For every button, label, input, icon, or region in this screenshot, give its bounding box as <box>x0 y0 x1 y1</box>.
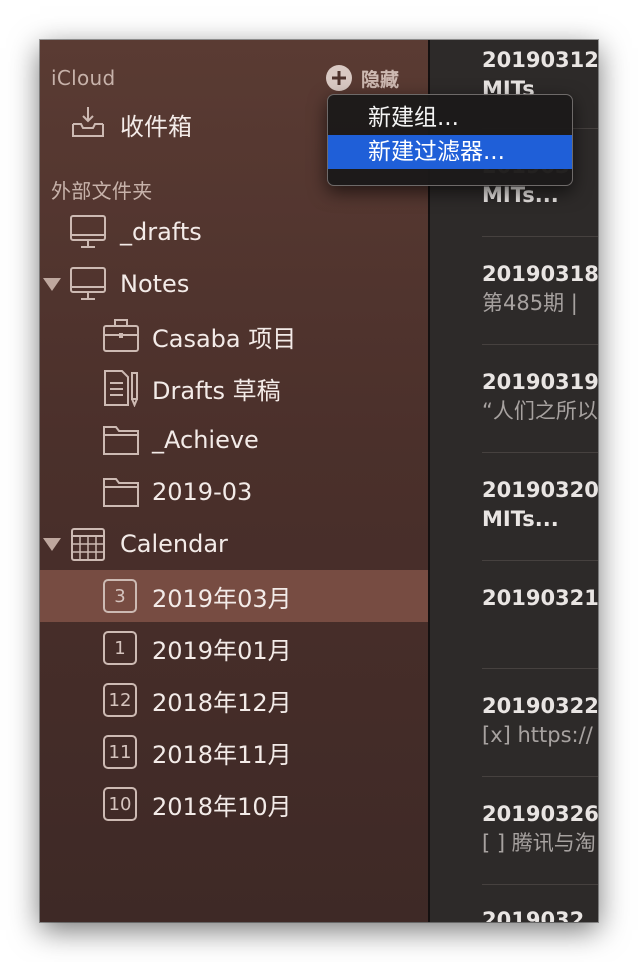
external-folders-section-label: 外部文件夹 <box>51 179 153 203</box>
calendar-day-icon: 1 <box>103 631 137 665</box>
sidebar-item-label: Drafts 草稿 <box>152 376 281 405</box>
divider <box>482 884 598 885</box>
note-title: 20190320 <box>482 478 598 502</box>
sidebar-item-label: 2019年03月 <box>152 584 292 613</box>
sidebar-item-2019-03[interactable]: 2019-03 <box>40 466 428 518</box>
sidebar-item-2019-january[interactable]: 1 2019年01月 <box>40 622 428 674</box>
folder-icon <box>103 478 139 507</box>
disclosure-triangle-icon[interactable] <box>43 538 61 551</box>
monitor-icon <box>70 267 106 300</box>
sidebar-item-2018-december[interactable]: 12 2018年12月 <box>40 674 428 726</box>
inbox-tray-icon <box>72 107 104 137</box>
list-item[interactable]: 20190319 “人们之所以 <box>482 368 598 426</box>
sidebar-item-drafts-folder[interactable]: _drafts <box>40 206 428 258</box>
list-item[interactable]: 20190321 <box>482 584 598 612</box>
context-menu: 新建组... 新建过滤器... <box>327 94 573 186</box>
menu-item-new-group[interactable]: 新建组... <box>328 101 572 135</box>
list-item[interactable]: 2019032 <box>482 906 598 922</box>
list-item[interactable]: 20190318 第485期 | <box>482 260 598 318</box>
divider <box>482 344 598 345</box>
note-title: 20190318 <box>482 262 598 286</box>
plus-circle-icon[interactable] <box>325 64 353 92</box>
calendar-day-icon: 10 <box>103 787 137 821</box>
note-subtitle: “人们之所以 <box>482 399 598 423</box>
hide-button[interactable]: 隐藏 <box>361 65 399 92</box>
sidebar-item-2019-march[interactable]: 3 2019年03月 <box>40 570 428 622</box>
disclosure-triangle-icon[interactable] <box>43 278 61 291</box>
sidebar-header-actions: 隐藏 <box>325 63 399 93</box>
sidebar-item-label: 收件箱 <box>120 112 192 141</box>
menu-item-new-filter[interactable]: 新建过滤器... <box>328 135 572 169</box>
calendar-day-icon: 3 <box>103 579 137 613</box>
app-window: iCloud 隐藏 收件箱 外部文件夹 _drafts Notes Casaba… <box>40 40 598 922</box>
sidebar-item-label: 2018年12月 <box>152 688 292 717</box>
note-subtitle: MITs... <box>482 507 559 531</box>
note-title: 20190312 <box>482 48 598 72</box>
divider <box>482 452 598 453</box>
sidebar-item-achieve[interactable]: _Achieve <box>40 414 428 466</box>
sidebar-item-label: 2019年01月 <box>152 636 292 665</box>
divider <box>482 776 598 777</box>
note-title: 20190319 <box>482 370 598 394</box>
calendar-grid-icon <box>71 528 105 561</box>
divider <box>482 236 598 237</box>
list-item[interactable]: 20190322 [x] https:// <box>482 692 598 750</box>
sidebar-item-2018-october[interactable]: 10 2018年10月 <box>40 778 428 830</box>
note-subtitle: 第485期 | <box>482 291 578 315</box>
divider <box>482 560 598 561</box>
note-title: 20190322 <box>482 694 598 718</box>
sidebar-item-calendar[interactable]: Calendar <box>40 518 428 570</box>
note-title: 20190321 <box>482 586 598 610</box>
sidebar-item-label: Casaba 项目 <box>152 324 297 353</box>
sidebar-item-casaba[interactable]: Casaba 项目 <box>40 310 428 362</box>
sidebar-item-drafts[interactable]: Drafts 草稿 <box>40 362 428 414</box>
note-subtitle: [x] https:// <box>482 723 593 747</box>
note-subtitle: [ ] 腾讯与淘 <box>482 831 596 855</box>
icloud-section-label: iCloud <box>51 66 116 90</box>
sidebar-item-label: Notes <box>120 270 190 298</box>
calendar-day-icon: 12 <box>103 683 137 717</box>
note-title: 20190326 <box>482 802 598 826</box>
sidebar-item-label: _Achieve <box>152 426 259 454</box>
sidebar-item-label: 2018年10月 <box>152 792 292 821</box>
sidebar-item-2018-november[interactable]: 11 2018年11月 <box>40 726 428 778</box>
folder-icon <box>103 426 139 455</box>
document-pencil-icon <box>104 370 138 407</box>
sidebar-item-label: _drafts <box>120 218 202 246</box>
monitor-icon <box>70 215 106 248</box>
note-title: 2019032 <box>482 908 585 922</box>
briefcase-icon <box>103 319 139 352</box>
list-item[interactable]: 20190326 [ ] 腾讯与淘 <box>482 800 598 858</box>
sidebar-item-label: Calendar <box>120 530 228 558</box>
calendar-day-icon: 11 <box>103 735 137 769</box>
sidebar-item-label: 2019-03 <box>152 478 253 506</box>
divider <box>482 668 598 669</box>
list-item[interactable]: 20190320 MITs... <box>482 476 598 534</box>
sidebar-item-label: 2018年11月 <box>152 740 292 769</box>
sidebar-item-notes[interactable]: Notes <box>40 258 428 310</box>
